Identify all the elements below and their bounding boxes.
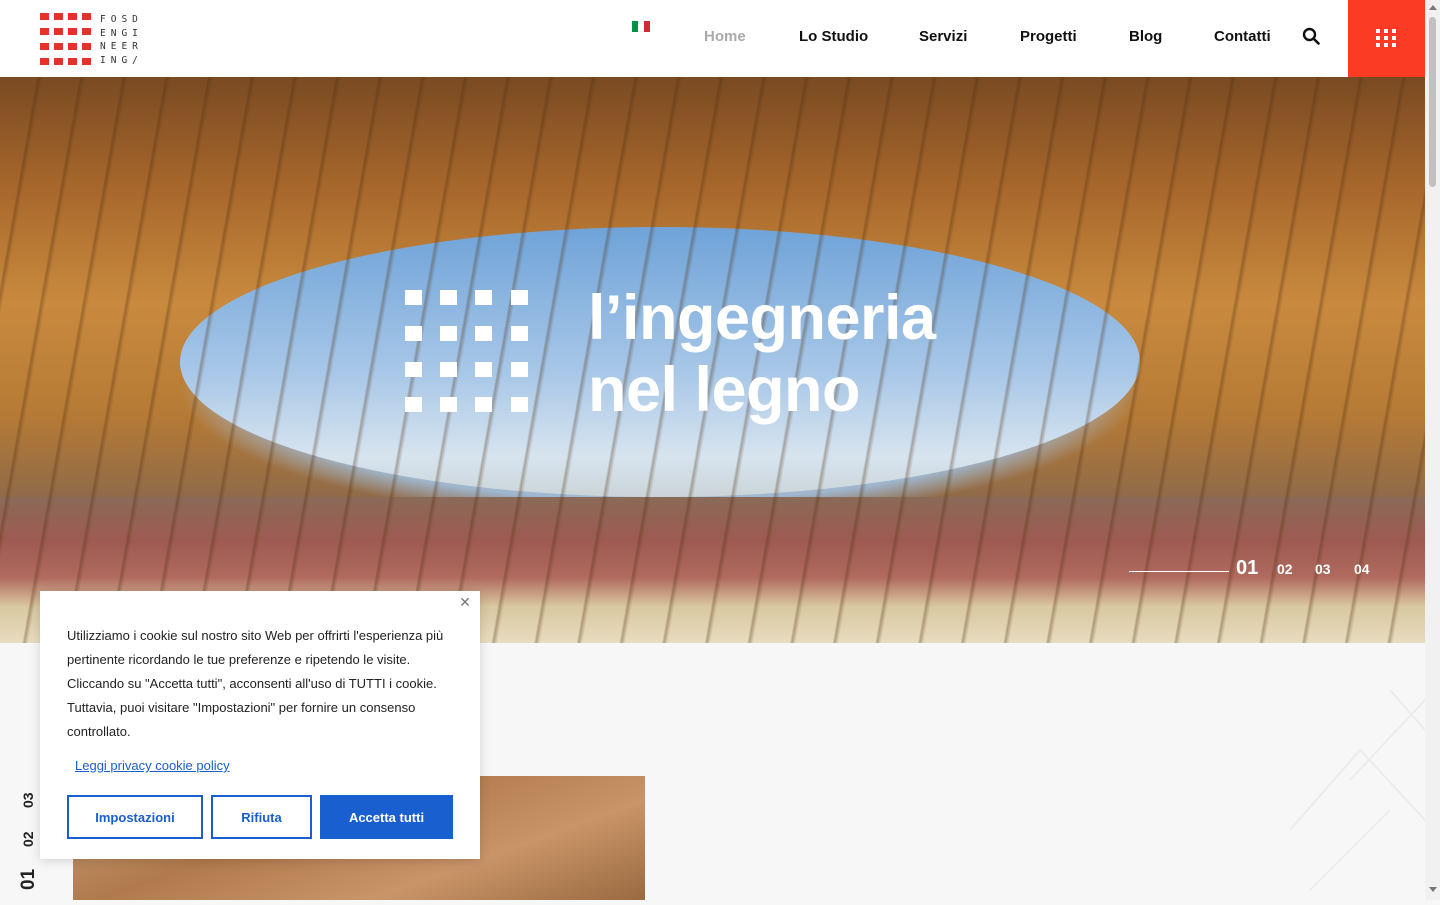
side-pagination: 03 02 01	[14, 780, 42, 900]
close-icon[interactable]: ✕	[458, 595, 472, 609]
cookie-reject-button[interactable]: Rifiuta	[211, 795, 312, 839]
hero-title: l’ingegneria nel legno	[588, 282, 936, 426]
slide-dot-04[interactable]: 04	[1354, 561, 1370, 577]
slide-dot-01[interactable]: 01	[1236, 557, 1258, 580]
hero-title-line-1: l’ingegneria	[588, 283, 936, 353]
slide-dot-03[interactable]: 03	[1315, 561, 1331, 577]
side-dot-02[interactable]: 02	[20, 831, 36, 847]
page-scrollbar[interactable]	[1425, 0, 1440, 900]
fosd-logo[interactable]: FOSD ENGI NEER ING/	[40, 13, 152, 67]
language-flag-it-icon[interactable]	[632, 21, 650, 32]
logo-text-line: ING/	[100, 54, 143, 66]
nav-contatti[interactable]: Contatti	[1214, 28, 1271, 45]
hero-title-line-2: nel legno	[588, 355, 861, 425]
cookie-settings-button[interactable]: Impostazioni	[67, 795, 203, 839]
cookie-consent-banner: ✕ Utilizziamo i cookie sul nostro sito W…	[40, 591, 480, 859]
logo-text: FOSD ENGI NEER ING/	[100, 13, 152, 67]
logo-grid-icon	[40, 13, 92, 65]
scroll-up-arrow-icon[interactable]	[1429, 5, 1437, 10]
scroll-down-arrow-icon[interactable]	[1429, 887, 1437, 892]
cookie-accept-button[interactable]: Accetta tutti	[320, 795, 453, 839]
logo-text-line: FOSD	[100, 14, 143, 25]
nav-home[interactable]: Home	[704, 28, 746, 45]
nav-lo-studio[interactable]: Lo Studio	[799, 28, 868, 45]
hero-grid-icon	[405, 290, 529, 414]
slider-progress-line	[1129, 571, 1229, 572]
scrollbar-thumb[interactable]	[1429, 17, 1436, 187]
decorative-lines	[1289, 689, 1426, 900]
nav-blog[interactable]: Blog	[1129, 28, 1162, 45]
logo-text-line: ENGI	[100, 27, 143, 39]
nav-servizi[interactable]: Servizi	[919, 28, 967, 45]
cookie-policy-link[interactable]: Leggi privacy cookie policy	[75, 758, 230, 773]
cookie-message: Utilizziamo i cookie sul nostro sito Web…	[67, 628, 444, 739]
nav-progetti[interactable]: Progetti	[1020, 28, 1077, 45]
search-icon[interactable]	[1302, 27, 1320, 45]
side-dot-01[interactable]: 01	[18, 869, 40, 890]
hero-slider: l’ingegneria nel legno 01 02 03 04	[0, 77, 1425, 643]
grid-menu-button[interactable]	[1348, 0, 1425, 77]
site-header: FOSD ENGI NEER ING/ Home Lo Studio Servi…	[0, 0, 1425, 77]
side-dot-03[interactable]: 03	[20, 792, 36, 808]
logo-text-line: NEER	[100, 41, 143, 52]
slide-dot-02[interactable]: 02	[1277, 561, 1293, 577]
